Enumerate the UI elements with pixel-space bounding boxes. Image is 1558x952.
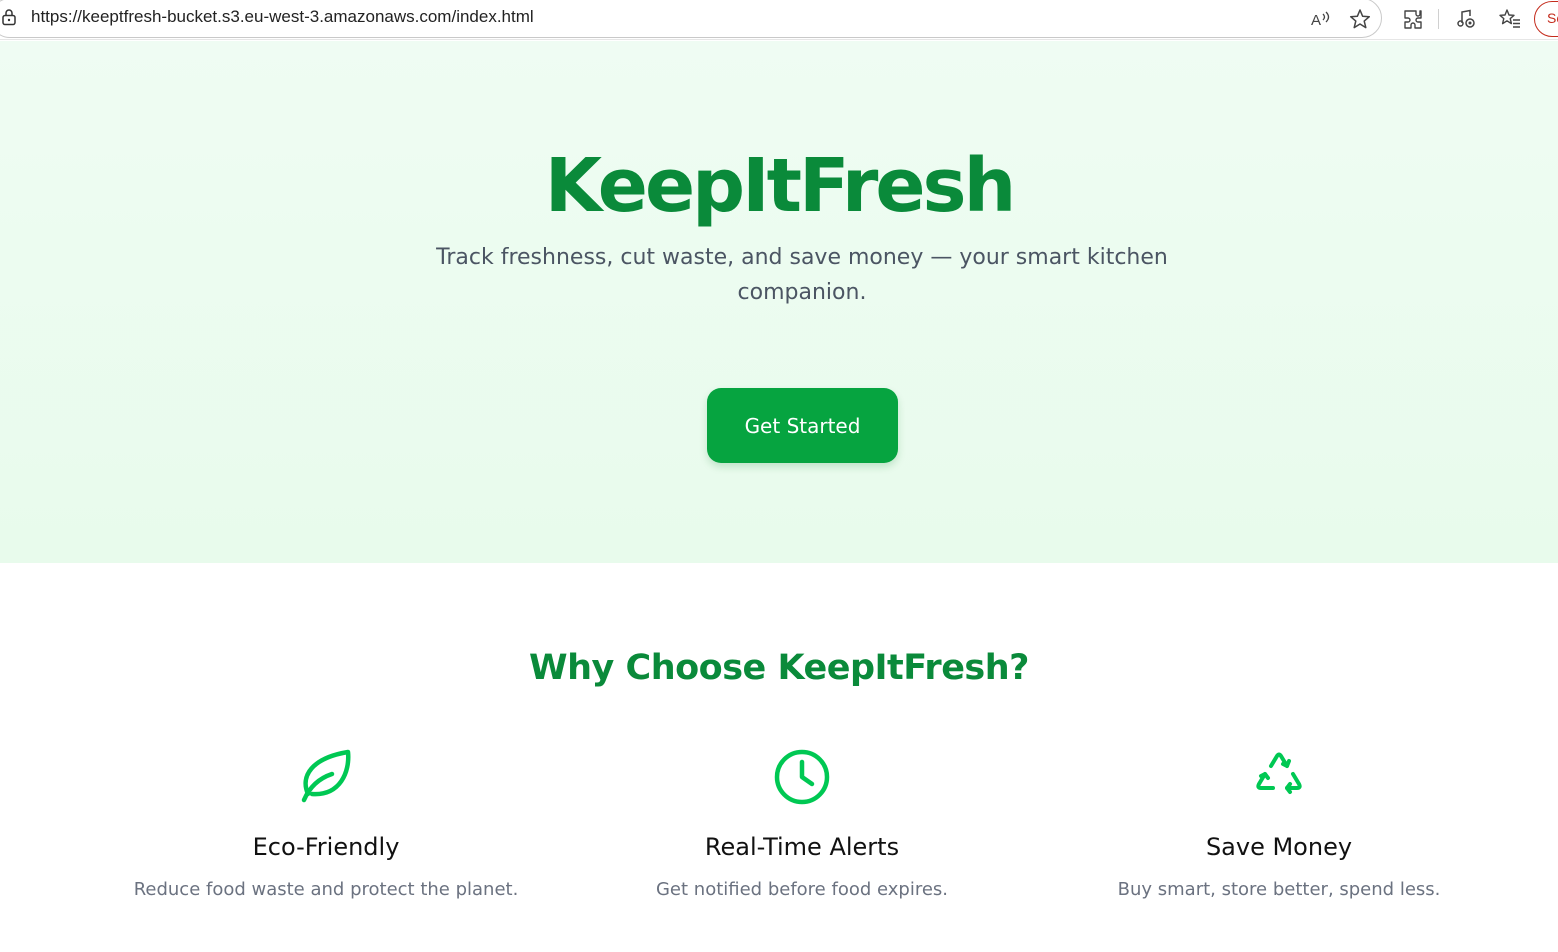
- media-icon[interactable]: [1453, 6, 1479, 32]
- lock-icon[interactable]: [1, 8, 17, 26]
- features-heading: Why Choose KeepItFresh?: [529, 648, 1029, 688]
- hero-title: KeepItFresh: [544, 143, 1017, 229]
- hero-section: KeepItFresh Track freshness, cut waste, …: [0, 41, 1558, 563]
- get-started-button[interactable]: Get Started: [707, 388, 898, 463]
- feature-description: Get notified before food expires.: [655, 879, 949, 900]
- favorite-star-icon[interactable]: [1347, 6, 1373, 32]
- extensions-icon[interactable]: [1400, 6, 1426, 32]
- profile-label: Se: [1547, 10, 1558, 26]
- feature-description: Reduce food waste and protect the planet…: [133, 879, 519, 900]
- clock-icon: [774, 749, 830, 805]
- favorites-list-icon[interactable]: [1497, 6, 1523, 32]
- feature-title: Save Money: [1205, 833, 1353, 861]
- hero-subtitle: Track freshness, cut waste, and save mon…: [436, 245, 1168, 305]
- feature-title: Real-Time Alerts: [704, 833, 900, 861]
- feature-card-eco-friendly: Eco-Friendly Reduce food waste and prote…: [91, 746, 561, 900]
- profile-button[interactable]: Se: [1534, 1, 1558, 37]
- feature-card-real-time-alerts: Real-Time Alerts Get notified before foo…: [567, 746, 1037, 900]
- svg-text:A: A: [1311, 12, 1321, 29]
- feature-card-save-money: Save Money Buy smart, store better, spen…: [1044, 746, 1514, 900]
- toolbar-divider: [1438, 9, 1439, 29]
- browser-toolbar: https://keeptfresh-bucket.s3.eu-west-3.a…: [0, 0, 1558, 40]
- leaf-icon: [301, 749, 351, 803]
- recycle-icon: [1256, 752, 1302, 794]
- address-bar[interactable]: https://keeptfresh-bucket.s3.eu-west-3.a…: [0, 0, 1382, 38]
- read-aloud-icon[interactable]: A: [1307, 6, 1333, 32]
- feature-title: Eco-Friendly: [252, 833, 400, 861]
- feature-description: Buy smart, store better, spend less.: [1117, 879, 1441, 900]
- url-text[interactable]: https://keeptfresh-bucket.s3.eu-west-3.a…: [31, 7, 534, 27]
